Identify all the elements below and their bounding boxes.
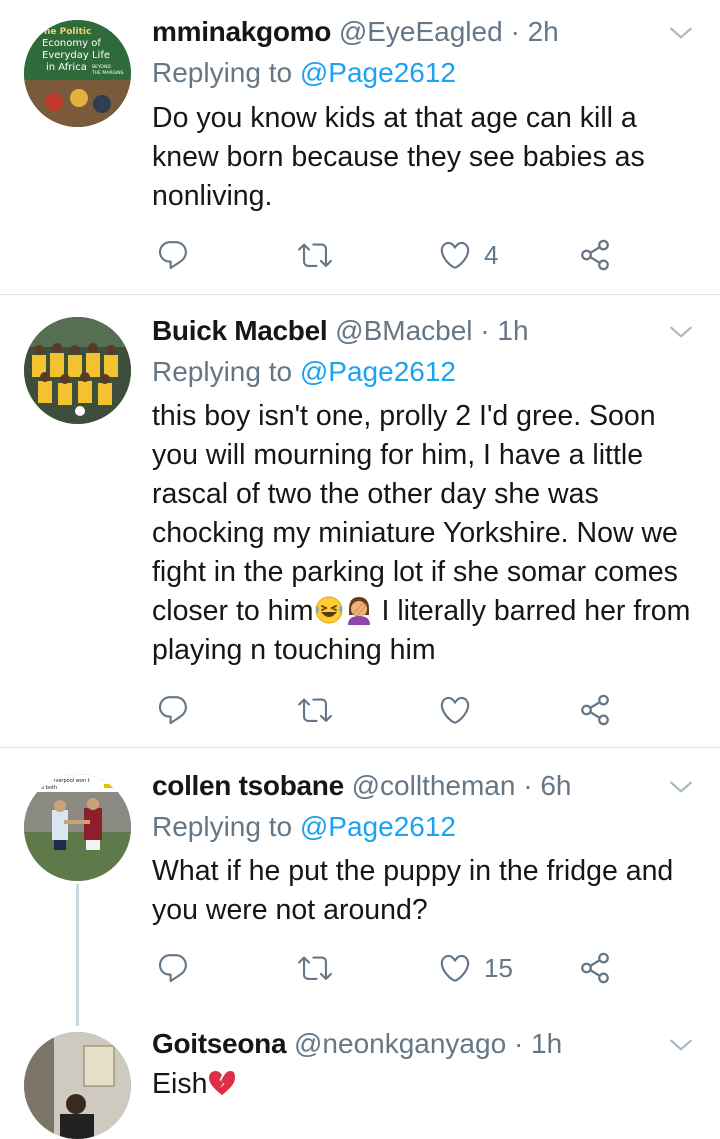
tweet-text: Do you know kids at that age can kill a …	[152, 102, 645, 212]
display-name[interactable]: Buick Macbel	[152, 315, 328, 346]
timestamp[interactable]: 1h	[531, 1028, 562, 1059]
action-bar	[152, 690, 622, 730]
separator-dot: ·	[480, 315, 490, 346]
separator-dot: ·	[513, 1028, 524, 1059]
chevron-down-icon[interactable]	[668, 20, 694, 46]
avatar[interactable]	[24, 1032, 131, 1139]
tweet-text: Eish	[152, 1065, 697, 1104]
timestamp[interactable]: 2h	[528, 16, 559, 47]
action-bar: 4	[152, 235, 622, 275]
replying-to-label: Replying to	[152, 356, 300, 387]
retweet-button[interactable]	[298, 690, 332, 730]
action-bar: 15	[152, 948, 622, 988]
timestamp[interactable]: 6h	[540, 770, 571, 801]
tweet-header: Goitseona @neonkganyago · 1h	[152, 1024, 562, 1064]
avatar-book-subtitle: BEYOND	[92, 64, 111, 70]
tweet-text: this boy isn't one, prolly 2 I'd gree. S…	[152, 397, 697, 670]
replying-to-label: Replying to	[152, 57, 300, 88]
display-name[interactable]: Goitseona	[152, 1028, 287, 1059]
user-handle[interactable]: @EyeEagled	[339, 16, 503, 47]
like-icon	[438, 693, 472, 727]
avatar[interactable]	[24, 317, 131, 424]
separator-dot: ·	[523, 770, 533, 801]
replying-to: Replying to @Page2612	[152, 808, 456, 846]
replying-to-label: Replying to	[152, 811, 300, 842]
timestamp[interactable]: 1h	[497, 315, 528, 346]
avatar-caption: were both	[32, 785, 57, 791]
replying-to-link[interactable]: @Page2612	[300, 811, 456, 842]
display-name[interactable]: mminakgomo	[152, 16, 331, 47]
avatar-caption: iverpool won t	[54, 778, 90, 784]
user-handle[interactable]: @neonkganyago	[294, 1028, 506, 1059]
reply-icon	[156, 951, 190, 985]
share-icon	[578, 693, 612, 727]
broken-heart-emoji	[209, 1071, 236, 1095]
retweet-icon	[298, 693, 332, 727]
tweet-header: Buick Macbel @BMacbel · 1h	[152, 311, 529, 351]
chevron-down-icon[interactable]	[668, 774, 694, 800]
avatar-book-title: Everyday Life	[42, 50, 110, 61]
tweet-header: collen tsobane @colltheman · 6h	[152, 766, 572, 806]
avatar-book-subtitle: THE MARGINS	[91, 70, 124, 76]
replying-to: Replying to @Page2612	[152, 54, 456, 92]
avatar-book-title: he Politic	[44, 27, 91, 37]
retweet-button[interactable]	[298, 948, 332, 988]
tweet-text-part: Eish	[152, 1068, 208, 1100]
like-icon	[438, 238, 472, 272]
like-button[interactable]: 15	[438, 948, 513, 988]
tweet-1[interactable]: he Politic Economy of Everyday Life in A…	[0, 0, 720, 294]
display-name[interactable]: collen tsobane	[152, 770, 344, 801]
avatar-book-title: in Africa	[46, 62, 87, 73]
laughing-emoji	[315, 596, 343, 624]
share-button[interactable]	[578, 948, 612, 988]
like-icon	[438, 951, 472, 985]
share-button[interactable]	[578, 690, 612, 730]
user-handle[interactable]: @colltheman	[352, 770, 516, 801]
share-icon	[578, 238, 612, 272]
woman-facepalming-emoji	[347, 597, 370, 625]
like-button[interactable]: 4	[438, 235, 498, 275]
share-button[interactable]	[578, 235, 612, 275]
replying-to: Replying to @Page2612	[152, 353, 456, 391]
tweet-4[interactable]: Goitseona @neonkganyago · 1h Eish	[0, 1018, 720, 1139]
retweet-icon	[298, 238, 332, 272]
replying-to-link[interactable]: @Page2612	[300, 57, 456, 88]
retweet-icon	[298, 951, 332, 985]
reply-icon	[156, 238, 190, 272]
reply-icon	[156, 693, 190, 727]
chevron-down-icon[interactable]	[668, 1032, 694, 1058]
avatar[interactable]: he Politic Economy of Everyday Life in A…	[24, 20, 131, 127]
avatar[interactable]: iverpool won t were both	[24, 774, 131, 881]
tweet-text: What if he put the puppy in the fridge a…	[152, 855, 674, 926]
like-button[interactable]	[438, 690, 472, 730]
like-count: 15	[484, 952, 513, 983]
like-count: 4	[484, 239, 499, 270]
tweet-3[interactable]: iverpool won t were both collen tsobane …	[0, 748, 720, 1018]
separator-dot: ·	[510, 16, 520, 47]
replying-to-link[interactable]: @Page2612	[300, 356, 456, 387]
reply-button[interactable]	[156, 948, 190, 988]
tweet-2[interactable]: Buick Macbel @BMacbel · 1h Replying to @…	[0, 295, 720, 747]
tweet-text-part: this boy isn't one, prolly 2 I'd gree. S…	[152, 400, 678, 627]
share-icon	[578, 951, 612, 985]
user-handle[interactable]: @BMacbel	[335, 315, 472, 346]
retweet-button[interactable]	[298, 235, 332, 275]
tweet-header: mminakgomo @EyeEagled · 2h	[152, 12, 559, 52]
chevron-down-icon[interactable]	[668, 319, 694, 345]
reply-button[interactable]	[156, 690, 190, 730]
reply-button[interactable]	[156, 235, 190, 275]
avatar-book-title: Economy of	[42, 38, 101, 49]
